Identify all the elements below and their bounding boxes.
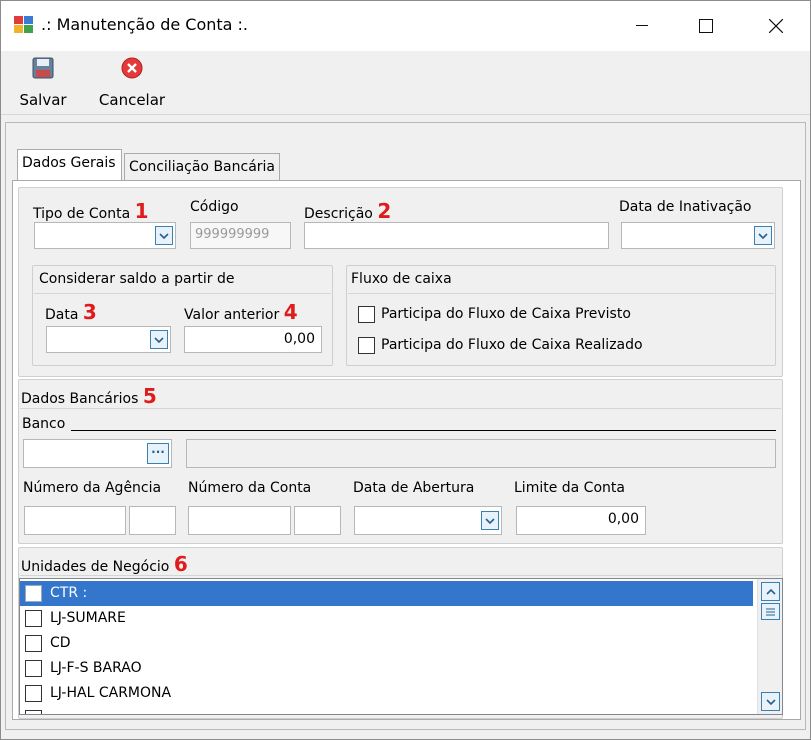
tab-conciliacao-bancaria[interactable]: Conciliação Bancária	[124, 153, 280, 181]
list-item[interactable]: LJ-SUMARE	[20, 606, 753, 631]
save-label: Salvar	[19, 91, 67, 109]
cancel-button[interactable]: Cancelar	[93, 53, 171, 111]
scroll-up-button[interactable]	[761, 582, 780, 601]
floppy-disk-icon	[32, 57, 54, 79]
list-item[interactable]	[20, 706, 753, 714]
tipo-conta-combo[interactable]	[34, 222, 176, 249]
marker-3: 3	[82, 300, 97, 324]
data-text: Data	[45, 307, 79, 323]
marker-5: 5	[142, 384, 157, 408]
abertura-picker[interactable]	[354, 506, 502, 535]
cancel-label: Cancelar	[98, 91, 166, 109]
abertura-label: Data de Abertura	[353, 480, 475, 496]
units-list[interactable]: CTR : LJ-SUMARE CD LJ-F-S BARAO LJ-HAL C…	[19, 578, 783, 715]
agencia-label: Número da Agência	[23, 480, 162, 496]
unit-label: LJ-HAL CARMONA	[50, 685, 172, 701]
close-button[interactable]	[744, 1, 808, 51]
banco-label: Banco	[22, 416, 66, 432]
unit-checkbox[interactable]	[25, 635, 42, 652]
maximize-icon	[699, 19, 713, 33]
bank-group-title: Dados Bancários 5	[21, 384, 157, 408]
list-item[interactable]: LJ-F-S BARAO	[20, 656, 753, 681]
marker-6: 6	[173, 552, 188, 576]
limite-input[interactable]: 0,00	[516, 506, 646, 535]
chevron-down-icon[interactable]	[155, 226, 173, 245]
valor-anterior-label: Valor anterior 4	[184, 300, 298, 324]
conta-digit-input[interactable]	[294, 506, 341, 535]
marker-2: 2	[377, 199, 392, 223]
banco-separator-line	[71, 430, 776, 431]
agencia-digit-input[interactable]	[129, 506, 176, 535]
title-bar: .: Manutenção de Conta :.	[1, 1, 810, 51]
data-inativacao-label: Data de Inativação	[619, 199, 752, 215]
scroll-down-button[interactable]	[761, 692, 780, 711]
fluxo-realizado-label[interactable]: Participa do Fluxo de Caixa Realizado	[381, 337, 643, 353]
tipo-conta-text: Tipo de Conta	[33, 206, 131, 222]
chevron-down-icon[interactable]	[150, 330, 168, 349]
browse-button[interactable]: ···	[147, 443, 169, 464]
banco-code-input[interactable]: ···	[23, 439, 172, 468]
fluxo-previsto-label[interactable]: Participa do Fluxo de Caixa Previsto	[381, 306, 631, 322]
list-item[interactable]: LJ-HAL CARMONA	[20, 681, 753, 706]
tab-dados-gerais[interactable]: Dados Gerais	[17, 149, 122, 181]
valor-anterior-text: Valor anterior	[184, 307, 280, 323]
conta-label: Número da Conta	[188, 480, 312, 496]
marker-1: 1	[134, 199, 149, 223]
fluxo-group-title: Fluxo de caixa	[351, 271, 452, 287]
list-item[interactable]: CTR :	[20, 581, 753, 606]
codigo-label: Código	[190, 199, 239, 215]
chevron-down-icon[interactable]	[481, 511, 499, 530]
descricao-label: Descrição 2	[304, 199, 391, 223]
unit-label: CTR :	[50, 585, 88, 601]
units-scrollbar[interactable]	[757, 579, 782, 714]
descricao-input[interactable]	[304, 222, 609, 249]
minimize-button[interactable]	[610, 1, 674, 51]
window: .: Manutenção de Conta :. Salvar Cancela…	[0, 0, 811, 740]
data-label: Data 3	[45, 300, 97, 324]
divider	[20, 575, 781, 576]
divider	[34, 293, 331, 294]
close-icon	[769, 19, 783, 33]
list-item[interactable]: CD	[20, 631, 753, 656]
descricao-text: Descrição	[304, 206, 373, 222]
data-saldo-picker[interactable]	[46, 326, 171, 353]
fluxo-previsto-checkbox[interactable]	[358, 306, 375, 323]
unit-checkbox[interactable]	[25, 610, 42, 627]
valor-anterior-input[interactable]: 0,00	[184, 326, 322, 353]
bank-title-text: Dados Bancários	[21, 391, 139, 407]
fluxo-realizado-checkbox[interactable]	[358, 337, 375, 354]
agencia-input[interactable]	[24, 506, 126, 535]
banco-name-field	[186, 439, 776, 468]
app-icon	[14, 16, 33, 33]
units-title-text: Unidades de Negócio	[21, 559, 170, 575]
data-inativacao-picker[interactable]	[621, 222, 775, 249]
save-button[interactable]: Salvar	[15, 53, 71, 111]
chevron-down-icon[interactable]	[754, 226, 772, 245]
unit-checkbox[interactable]	[25, 710, 42, 714]
grip-icon	[766, 608, 775, 615]
tipo-conta-label: Tipo de Conta 1	[33, 199, 149, 223]
window-title: .: Manutenção de Conta :.	[41, 15, 249, 34]
units-group-title: Unidades de Negócio 6	[21, 552, 188, 576]
saldo-group-title: Considerar saldo a partir de	[39, 271, 235, 287]
scroll-thumb[interactable]	[761, 603, 780, 620]
divider	[20, 408, 781, 409]
unit-label: LJ-SUMARE	[50, 610, 126, 626]
toolbar: Salvar Cancelar	[1, 51, 810, 115]
divider	[348, 293, 774, 294]
unit-checkbox[interactable]	[25, 660, 42, 677]
marker-4: 4	[283, 300, 298, 324]
unit-label: CD	[50, 635, 71, 651]
chevron-up-icon	[765, 588, 776, 595]
unit-checkbox[interactable]	[25, 585, 42, 602]
unit-label: LJ-F-S BARAO	[50, 660, 142, 676]
unit-checkbox[interactable]	[25, 685, 42, 702]
codigo-field: 999999999	[190, 222, 291, 249]
minimize-icon	[636, 25, 648, 26]
conta-input[interactable]	[188, 506, 291, 535]
maximize-button[interactable]	[674, 1, 738, 51]
chevron-down-icon	[765, 698, 776, 705]
limite-label: Limite da Conta	[514, 480, 625, 496]
cancel-icon	[121, 57, 143, 79]
